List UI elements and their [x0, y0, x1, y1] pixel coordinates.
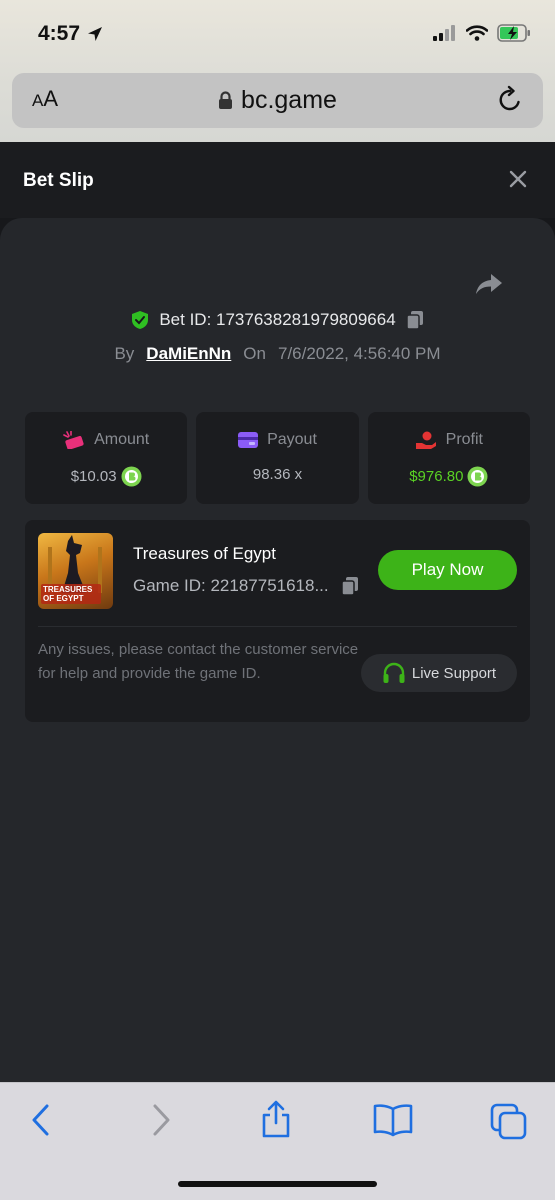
amount-value-row: $10.03: [71, 466, 142, 487]
url-display[interactable]: bc.game: [218, 86, 337, 115]
payout-card-icon: [238, 432, 259, 448]
tabs-icon[interactable]: [490, 1103, 528, 1141]
live-support-label: Live Support: [411, 664, 497, 682]
bet-byline: By DaMiEnNn On 7/6/2022, 4:56:40 PM: [0, 344, 555, 364]
address-bar[interactable]: AA bc.game: [12, 73, 543, 128]
signal-icon: [433, 25, 455, 41]
profit-label: Profit: [445, 431, 483, 448]
amount-stat: Amount $10.03: [25, 412, 188, 504]
wifi-icon: [466, 25, 488, 41]
bet-date: 7/6/2022, 4:56:40 PM: [277, 344, 441, 363]
game-id: Game ID: 22187751618...: [133, 576, 329, 595]
payout-value: 98.36 x: [252, 466, 303, 483]
coin-icon: [467, 466, 488, 487]
status-time: 4:57: [38, 22, 81, 45]
battery-charging-icon: [497, 24, 530, 42]
play-now-button[interactable]: Play Now: [378, 550, 517, 590]
bookmarks-icon[interactable]: [372, 1103, 414, 1137]
game-panel: TREASURES OF EGYPT Treasures of Egypt Ga…: [25, 520, 530, 722]
game-thumb-title: TREASURES OF EGYPT: [41, 584, 101, 604]
headset-icon: [383, 662, 405, 683]
payout-label-row: Payout: [238, 431, 317, 449]
profit-label-row: Profit: [415, 431, 483, 449]
verified-shield-icon: [132, 311, 149, 329]
username-link[interactable]: DaMiEnNn: [146, 344, 231, 364]
text-size-button[interactable]: AA: [32, 86, 58, 112]
lock-icon: [219, 91, 233, 109]
payout-value-row: 98.36 x: [253, 466, 302, 483]
amount-label: Amount: [94, 431, 150, 448]
status-indicators: [433, 24, 531, 42]
location-arrow-icon: [88, 27, 103, 41]
url-text: bc.game: [241, 86, 337, 114]
coin-icon: [121, 466, 142, 487]
bet-id-row: Bet ID: 1737638281979809664: [0, 310, 555, 330]
amount-label-row: Amount: [63, 431, 149, 449]
game-thumbnail[interactable]: TREASURES OF EGYPT: [38, 533, 113, 609]
browser-top: 4:57 AA bc.game: [0, 0, 555, 142]
copy-icon[interactable]: [405, 310, 424, 330]
bet-slip-header: Bet Slip: [0, 142, 555, 218]
copy-icon[interactable]: [340, 576, 359, 596]
reload-icon[interactable]: [495, 85, 525, 115]
live-support-button[interactable]: Live Support: [361, 654, 517, 692]
bet-stats: Amount $10.03 Payout 98.36 x Profit $976…: [25, 412, 530, 504]
status-time-group: 4:57: [38, 22, 104, 46]
forward-icon[interactable]: [150, 1103, 172, 1137]
profit-hand-coin-icon: [415, 431, 436, 449]
share-icon[interactable]: [259, 1099, 293, 1139]
close-icon[interactable]: [509, 170, 527, 188]
bet-slip-card: Bet ID: 1737638281979809664 By DaMiEnNn …: [0, 218, 555, 1082]
payout-label: Payout: [267, 431, 317, 448]
share-icon[interactable]: [475, 272, 503, 296]
bet-id: Bet ID: 1737638281979809664: [159, 310, 396, 329]
profit-value-row: $976.80: [409, 466, 488, 487]
back-icon[interactable]: [30, 1103, 52, 1137]
page-title: Bet Slip: [23, 170, 94, 191]
by-label: By: [114, 344, 135, 363]
game-id-row: Game ID: 22187751618...: [133, 576, 359, 596]
payout-stat: Payout 98.36 x: [196, 412, 359, 504]
profit-value: $976.80: [409, 468, 464, 485]
on-label: On: [243, 344, 266, 363]
amount-icon: [63, 431, 84, 449]
amount-value: $10.03: [70, 468, 117, 485]
game-name: Treasures of Egypt: [133, 544, 276, 563]
profit-stat: Profit $976.80: [367, 412, 530, 504]
support-notice: Any issues, please contact the customer …: [38, 641, 359, 682]
home-indicator: [178, 1181, 377, 1187]
divider: [38, 626, 517, 627]
